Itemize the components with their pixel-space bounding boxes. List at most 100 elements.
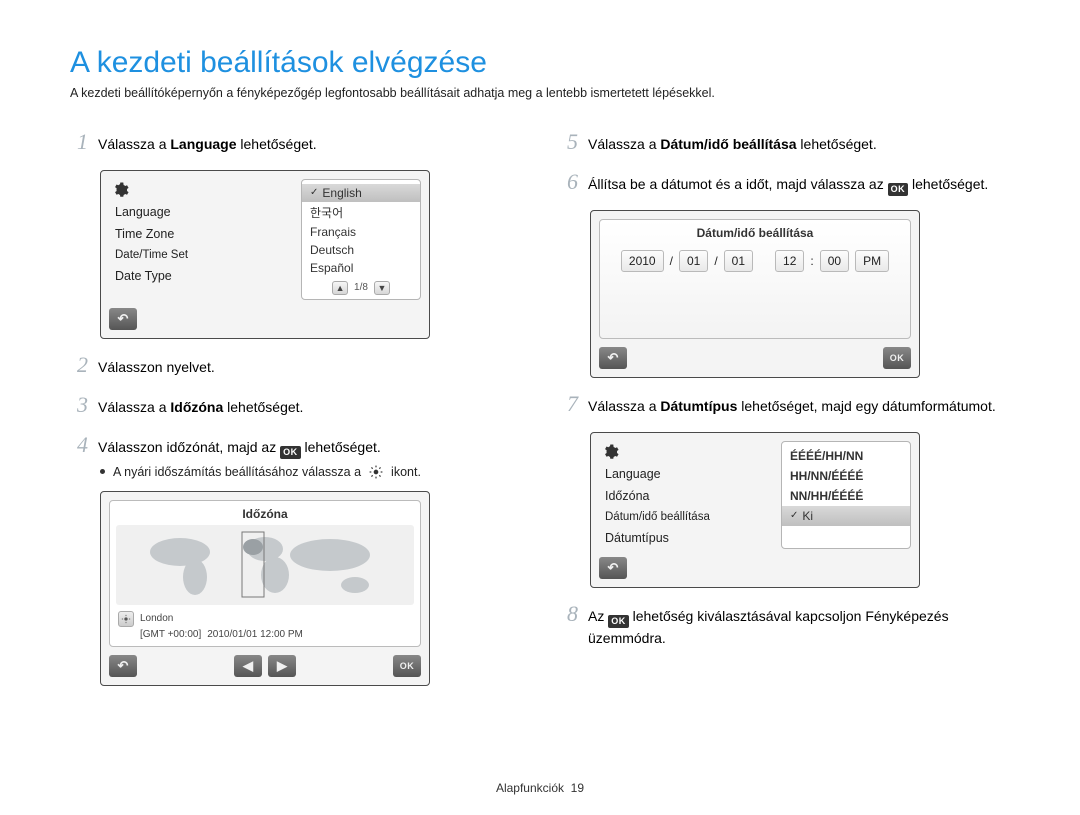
step-1-bold: Language: [170, 136, 236, 152]
step-7-post: lehetőséget, majd egy dátumformátumot.: [737, 398, 995, 414]
ok-button[interactable]: OK: [883, 347, 911, 369]
check-icon: ✓: [310, 187, 318, 198]
footer-section: Alapfunkciók: [496, 781, 564, 795]
tz-city: London: [140, 613, 173, 624]
lang-left-datetype[interactable]: Date Type: [109, 265, 295, 287]
type-left-datetype[interactable]: Dátumtípus: [599, 527, 775, 549]
step-7: 7 Válassza a Dátumtípus lehetőséget, maj…: [560, 388, 1010, 420]
step-8: 8 Az OK lehetőség kiválasztásával kapcso…: [560, 598, 1010, 648]
lang-opt-francais[interactable]: Français: [302, 223, 420, 241]
step-5-bold: Dátum/idő beállítása: [660, 136, 796, 152]
step-5-post: lehetőséget.: [797, 136, 877, 152]
sun-icon: [369, 465, 383, 479]
dt-min[interactable]: 00: [820, 250, 849, 272]
step-1-number: 1: [70, 126, 88, 158]
ok-inline-icon: OK: [280, 446, 301, 459]
page-title: A kezdeti beállítások elvégzése: [70, 46, 1010, 80]
step-5-pre: Válassza a: [588, 136, 660, 152]
page-down-icon[interactable]: ▼: [374, 281, 390, 295]
dt-sep1: /: [670, 254, 673, 268]
page-footer: Alapfunkciók 19: [0, 781, 1080, 795]
step-4-bullet-post: ikont.: [391, 465, 421, 479]
type-opt-off[interactable]: ✓Ki: [782, 506, 910, 526]
language-options: ✓English 한국어 Français Deutsch Español ▲ …: [301, 179, 421, 300]
step-4-pre: Válasszon időzónát, majd az: [98, 439, 280, 455]
ok-inline-icon: OK: [608, 615, 629, 628]
type-opt-ymd[interactable]: ÉÉÉÉ/HH/NN: [782, 446, 910, 466]
dt-month[interactable]: 01: [679, 250, 708, 272]
left-column: 1 Válassza a Language lehetőséget. Langu…: [70, 118, 520, 696]
step-8-number: 8: [560, 598, 578, 630]
back-button[interactable]: ↶: [109, 655, 137, 677]
step-7-pre: Válassza a: [588, 398, 660, 414]
step-3-bold: Időzóna: [170, 399, 223, 415]
step-3: 3 Válassza a Időzóna lehetőséget.: [70, 389, 520, 421]
lang-opt-espanol[interactable]: Español: [302, 259, 420, 277]
screenshot-datetype: Language Időzóna Dátum/idő beállítása Dá…: [590, 432, 920, 588]
tz-datetime: 2010/01/01 12:00 PM: [207, 629, 303, 640]
world-map[interactable]: [116, 525, 414, 605]
step-3-number: 3: [70, 389, 88, 421]
pager-text: 1/8: [354, 282, 368, 293]
lang-opt-korean[interactable]: 한국어: [302, 202, 420, 223]
dt-sep3: :: [810, 254, 813, 268]
step-1: 1 Válassza a Language lehetőséget.: [70, 126, 520, 158]
step-6-number: 6: [560, 166, 578, 198]
type-opt-mdy[interactable]: HH/NN/ÉÉÉÉ: [782, 466, 910, 486]
type-left-language[interactable]: Language: [599, 463, 775, 485]
screenshot-timezone: Időzóna: [100, 491, 430, 686]
dt-ampm[interactable]: PM: [855, 250, 889, 272]
footer-page: 19: [571, 781, 584, 795]
left-button[interactable]: ◀: [234, 655, 262, 677]
screenshot-datetime: Dátum/idő beállítása 2010 / 01 / 01 12 :…: [590, 210, 920, 378]
dt-title: Dátum/idő beállítása: [606, 224, 904, 250]
step-7-number: 7: [560, 388, 578, 420]
back-button[interactable]: ↶: [109, 308, 137, 330]
page-intro: A kezdeti beállítóképernyőn a fényképező…: [70, 86, 1010, 100]
step-6-post: lehetőséget.: [912, 176, 988, 192]
lang-left-datetime[interactable]: Date/Time Set: [109, 245, 295, 265]
type-left-dt[interactable]: Dátum/idő beállítása: [599, 507, 775, 527]
step-3-pre: Válassza a: [98, 399, 170, 415]
step-3-post: lehetőséget.: [223, 399, 303, 415]
back-button[interactable]: ↶: [599, 557, 627, 579]
back-button[interactable]: ↶: [599, 347, 627, 369]
step-1-pre: Válassza a: [98, 136, 170, 152]
gear-icon: [599, 441, 621, 463]
page-up-icon[interactable]: ▲: [332, 281, 348, 295]
datetype-options: ÉÉÉÉ/HH/NN HH/NN/ÉÉÉÉ NN/HH/ÉÉÉÉ ✓Ki: [781, 441, 911, 549]
dst-toggle[interactable]: [118, 611, 134, 627]
step-4-bullet-text: A nyári időszámítás beállításához válass…: [113, 465, 361, 479]
step-8-pre: Az: [588, 608, 608, 624]
step-8-post: lehetőség kiválasztásával kapcsoljon Fén…: [588, 608, 949, 646]
type-left-tz[interactable]: Időzóna: [599, 485, 775, 507]
step-4-number: 4: [70, 429, 88, 461]
dt-hour[interactable]: 12: [775, 250, 804, 272]
step-4-bullet: A nyári időszámítás beállításához válass…: [100, 465, 520, 479]
step-5-number: 5: [560, 126, 578, 158]
lang-left-language[interactable]: Language: [109, 201, 295, 223]
step-2-number: 2: [70, 349, 88, 381]
right-button[interactable]: ▶: [268, 655, 296, 677]
language-pager: ▲ 1/8 ▼: [302, 281, 420, 295]
dt-day[interactable]: 01: [724, 250, 753, 272]
step-5: 5 Válassza a Dátum/idő beállítása lehető…: [560, 126, 1010, 158]
lang-left-timezone[interactable]: Time Zone: [109, 223, 295, 245]
step-1-post: lehetőséget.: [237, 136, 317, 152]
dt-year[interactable]: 2010: [621, 250, 664, 272]
check-icon: ✓: [790, 510, 798, 521]
type-opt-dmy[interactable]: NN/HH/ÉÉÉÉ: [782, 486, 910, 506]
screenshot-language: Language Time Zone Date/Time Set Date Ty…: [100, 170, 430, 339]
step-7-bold: Dátumtípus: [660, 398, 737, 414]
ok-button[interactable]: OK: [393, 655, 421, 677]
step-6: 6 Állítsa be a dátumot és a időt, majd v…: [560, 166, 1010, 198]
tz-title: Időzóna: [116, 505, 414, 525]
lang-opt-deutsch[interactable]: Deutsch: [302, 241, 420, 259]
gear-icon: [109, 179, 131, 201]
step-2-text: Válasszon nyelvet.: [98, 357, 520, 377]
step-6-pre: Állítsa be a dátumot és a időt, majd vál…: [588, 176, 888, 192]
step-4: 4 Válasszon időzónát, majd az OK lehetős…: [70, 429, 520, 461]
step-2: 2 Válasszon nyelvet.: [70, 349, 520, 381]
lang-opt-english[interactable]: ✓English: [302, 184, 420, 202]
tz-gmt: [GMT +00:00]: [140, 629, 201, 640]
